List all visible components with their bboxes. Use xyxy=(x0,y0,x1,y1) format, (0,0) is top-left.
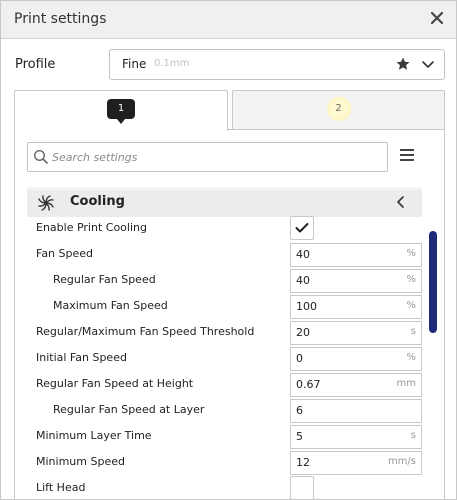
menu-icon[interactable] xyxy=(400,149,414,164)
minimum-speed-field[interactable]: 12 mm/s xyxy=(290,451,422,475)
field-unit: s xyxy=(410,326,416,337)
profile-label: Profile xyxy=(15,57,56,72)
field-unit: % xyxy=(406,300,416,311)
setting-regular-fan-speed: Regular Fan Speed 40 % xyxy=(15,268,444,294)
tab-1-badge-label: 1 xyxy=(107,99,135,124)
setting-enable-print-cooling: Enable Print Cooling xyxy=(15,216,444,242)
maximum-fan-speed-field[interactable]: 100 % xyxy=(290,295,422,319)
field-unit: % xyxy=(406,274,416,285)
profile-name: Fine xyxy=(122,57,147,71)
setting-label: Lift Head xyxy=(36,481,86,494)
chevron-left-icon[interactable] xyxy=(395,195,407,212)
field-value: 0.67 xyxy=(296,378,321,391)
tab-2-badge-label: 2 xyxy=(328,99,349,119)
field-unit: % xyxy=(406,352,416,363)
setting-label: Minimum Speed xyxy=(36,455,125,468)
setting-label: Enable Print Cooling xyxy=(36,221,147,234)
regular-fan-speed-field[interactable]: 40 % xyxy=(290,269,422,293)
settings-panel: Cooling Enable Print Cooling Fan Speed 4… xyxy=(14,129,445,499)
setting-initial-fan-speed: Initial Fan Speed 0 % xyxy=(15,346,444,372)
field-value: 6 xyxy=(296,404,303,417)
tab-2-badge: 2 xyxy=(325,99,353,119)
tab-1[interactable]: 1 xyxy=(14,90,228,131)
tab-1-badge: 1 xyxy=(107,99,135,124)
star-icon[interactable] xyxy=(395,56,411,75)
field-unit: mm/s xyxy=(387,456,416,467)
fan-speed-threshold-field[interactable]: 20 s xyxy=(290,321,422,345)
field-value: 40 xyxy=(296,274,310,287)
enable-print-cooling-checkbox[interactable] xyxy=(290,216,314,240)
section-title: Cooling xyxy=(70,194,125,209)
field-value: 12 xyxy=(296,456,310,469)
field-unit: % xyxy=(406,248,416,259)
close-icon[interactable] xyxy=(428,8,446,28)
setting-label: Fan Speed xyxy=(36,247,94,260)
minimum-layer-time-field[interactable]: 5 s xyxy=(290,425,422,449)
setting-label: Maximum Fan Speed xyxy=(53,299,168,312)
fan-speed-field[interactable]: 40 % xyxy=(290,243,422,267)
search-box xyxy=(27,142,388,172)
search-input[interactable] xyxy=(50,143,384,171)
setting-label: Regular/Maximum Fan Speed Threshold xyxy=(36,325,255,338)
field-unit: s xyxy=(410,430,416,441)
setting-label: Regular Fan Speed at Height xyxy=(36,377,194,390)
title-bar: Print settings xyxy=(1,1,456,39)
setting-lift-head: Lift Head xyxy=(15,476,444,499)
setting-label: Minimum Layer Time xyxy=(36,429,152,442)
scrollbar-thumb[interactable] xyxy=(429,231,437,333)
setting-minimum-layer-time: Minimum Layer Time 5 s xyxy=(15,424,444,450)
field-value: 5 xyxy=(296,430,303,443)
field-unit: mm xyxy=(396,378,416,389)
setting-maximum-fan-speed: Maximum Fan Speed 100 % xyxy=(15,294,444,320)
lift-head-checkbox[interactable] xyxy=(290,476,314,499)
profile-layer-height: 0.1mm xyxy=(154,58,190,69)
print-settings-dialog: Print settings Profile Fine 0.1mm 1 2 Se… xyxy=(0,0,457,500)
setting-fan-speed-at-height: Regular Fan Speed at Height 0.67 mm xyxy=(15,372,444,398)
profile-row: Profile Fine 0.1mm xyxy=(1,49,456,81)
field-value: 0 xyxy=(296,352,303,365)
chevron-down-icon[interactable] xyxy=(420,56,436,75)
field-value: 100 xyxy=(296,300,317,313)
initial-fan-speed-field[interactable]: 0 % xyxy=(290,347,422,371)
setting-minimum-speed: Minimum Speed 12 mm/s xyxy=(15,450,444,476)
fan-speed-at-height-field[interactable]: 0.67 mm xyxy=(290,373,422,397)
field-value: 40 xyxy=(296,248,310,261)
section-header-cooling[interactable]: Cooling xyxy=(27,187,422,217)
setting-label: Regular Fan Speed at Layer xyxy=(53,403,205,416)
setting-label: Regular Fan Speed xyxy=(53,273,156,286)
field-value: 20 xyxy=(296,326,310,339)
setting-fan-speed: Fan Speed 40 % xyxy=(15,242,444,268)
window-title: Print settings xyxy=(14,11,107,27)
setting-label: Initial Fan Speed xyxy=(36,351,127,364)
setting-fan-speed-threshold: Regular/Maximum Fan Speed Threshold 20 s xyxy=(15,320,444,346)
fan-speed-at-layer-field[interactable]: 6 xyxy=(290,399,422,423)
tab-2[interactable]: 2 xyxy=(232,90,445,130)
profile-select[interactable]: Fine 0.1mm xyxy=(109,49,445,80)
search-icon xyxy=(33,149,49,168)
fan-icon xyxy=(37,194,55,215)
setting-fan-speed-at-layer: Regular Fan Speed at Layer 6 xyxy=(15,398,444,424)
